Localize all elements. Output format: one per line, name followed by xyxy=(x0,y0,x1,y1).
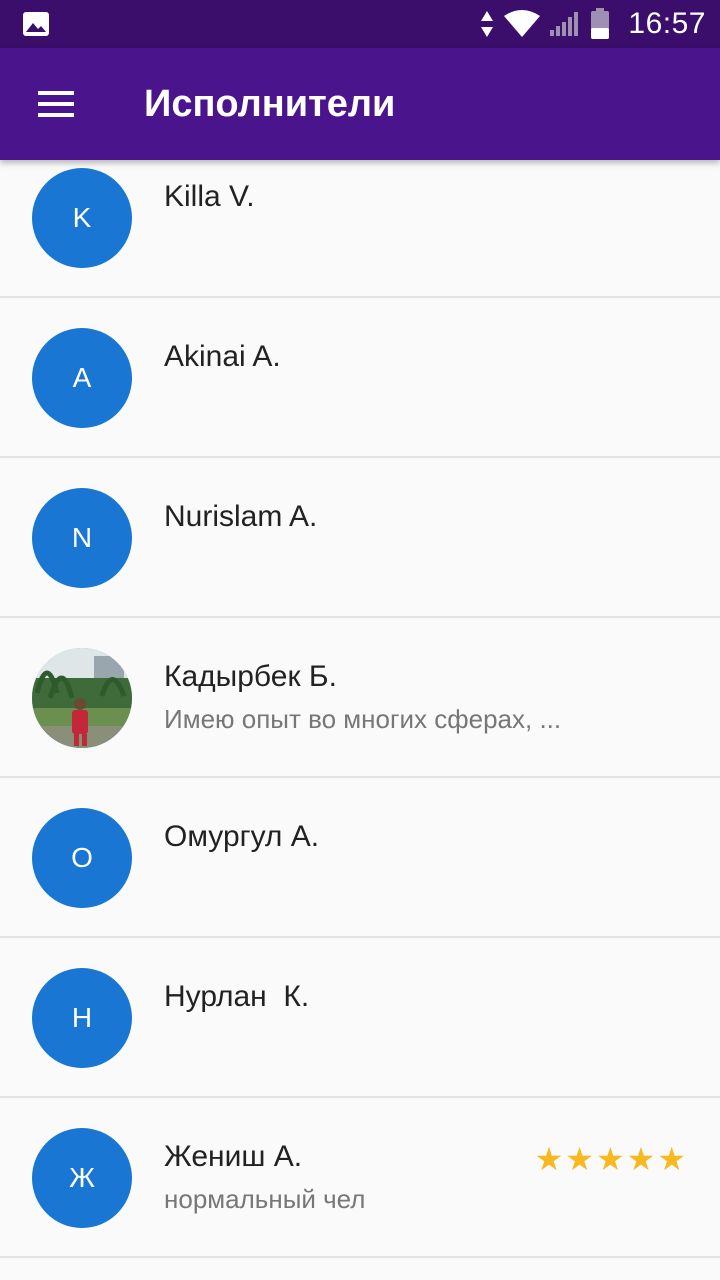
avatar: K xyxy=(32,168,132,268)
clock: 16:57 xyxy=(628,7,706,40)
star-icon: ★ xyxy=(657,1141,688,1177)
avatar: О xyxy=(32,808,132,908)
signal-icon xyxy=(550,12,579,36)
battery-icon xyxy=(591,8,610,39)
avatar: Ж xyxy=(32,1128,132,1228)
list-item[interactable]: Кадырбек Б. Имею опыт во многих сферах, … xyxy=(0,618,720,778)
performer-name: Омургул А. xyxy=(164,820,320,853)
list-item[interactable]: Ж Жениш А. ★★★★★ нормальный чел xyxy=(0,1098,720,1258)
status-icons: 16:57 xyxy=(480,0,706,48)
list-item[interactable]: О Омургул А. xyxy=(0,778,720,938)
avatar: A xyxy=(32,328,132,428)
star-icon: ★ xyxy=(534,1141,566,1177)
list-item[interactable]: K Killa V. xyxy=(0,138,720,298)
image-icon xyxy=(23,12,49,36)
data-arrows-icon xyxy=(481,11,494,37)
wifi-icon xyxy=(504,10,541,37)
rating-stars: ★★★★★ xyxy=(535,1140,688,1178)
app-bar: Исполнители xyxy=(0,48,720,160)
performer-description: нормальный чел xyxy=(164,1184,366,1214)
performer-name: Кадырбек Б. xyxy=(164,660,337,693)
menu-button[interactable] xyxy=(24,74,88,134)
performers-list: K Killa V. A Akinai A. N Nurislam A. Кад… xyxy=(0,138,720,1258)
avatar: N xyxy=(32,488,132,588)
star-icon: ★ xyxy=(595,1141,627,1177)
list-item[interactable]: A Akinai A. xyxy=(0,298,720,458)
profile-photo xyxy=(32,648,132,748)
star-icon: ★ xyxy=(626,1141,658,1177)
status-bar: 16:57 xyxy=(0,0,720,48)
performer-name: Нурлан К. xyxy=(164,980,310,1013)
list-item[interactable]: N Nurislam A. xyxy=(0,458,720,618)
page-title: Исполнители xyxy=(144,83,396,125)
star-icon: ★ xyxy=(565,1141,596,1177)
performer-name: Akinai A. xyxy=(164,340,281,373)
avatar: Н xyxy=(32,968,132,1068)
performer-name: Killa V. xyxy=(164,180,255,213)
performer-name: Жениш А. xyxy=(164,1140,303,1173)
performer-description: Имею опыт во многих сферах, ... xyxy=(164,704,562,734)
performer-name: Nurislam A. xyxy=(164,500,318,533)
avatar-photo xyxy=(32,648,132,748)
menu-icon xyxy=(38,91,74,117)
list-item[interactable]: Н Нурлан К. xyxy=(0,938,720,1098)
